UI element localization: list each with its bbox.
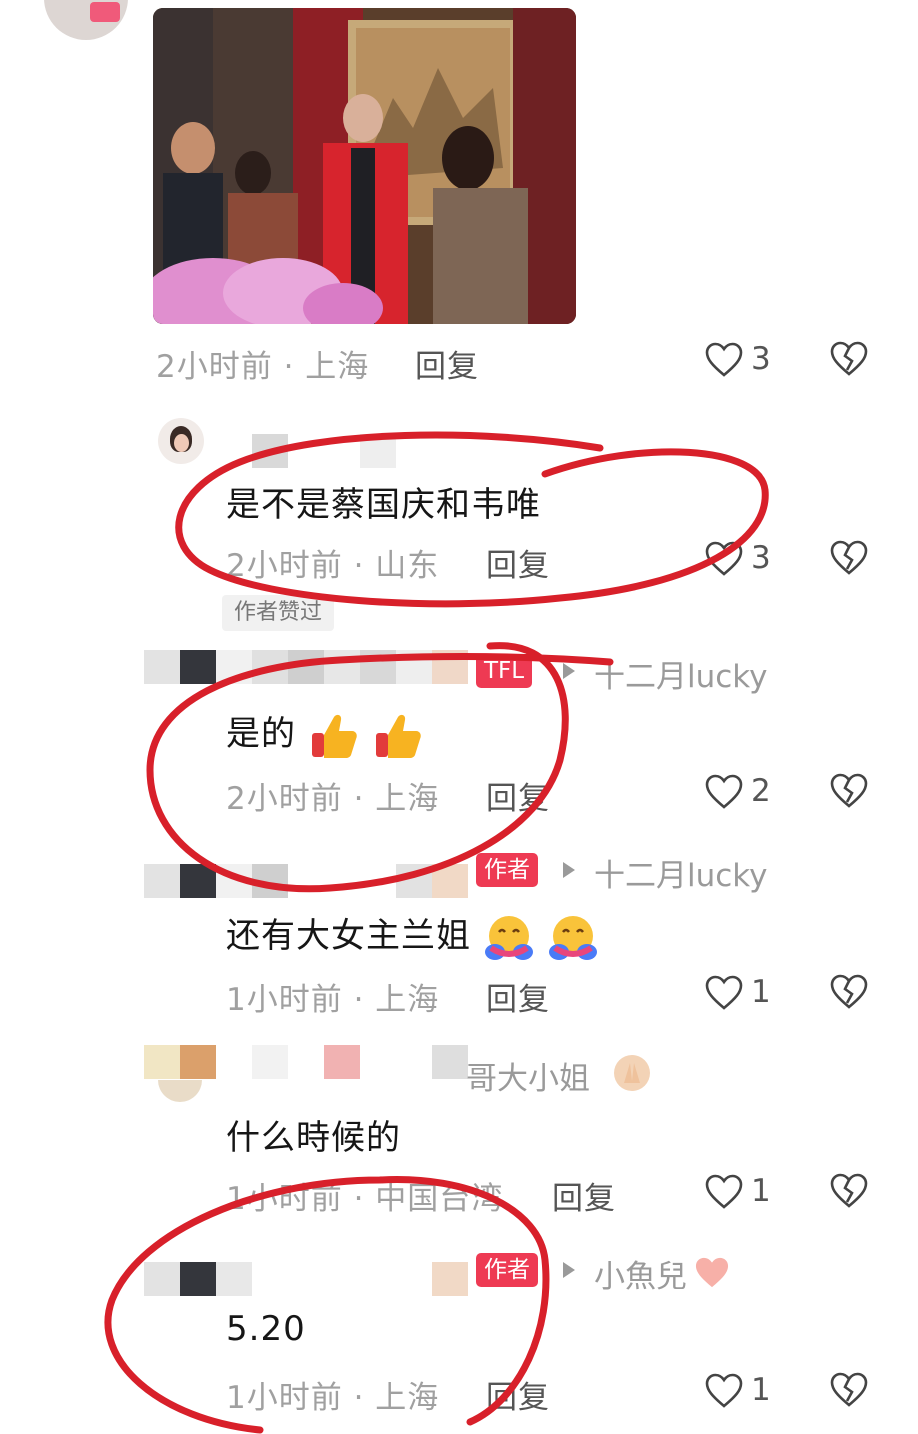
reply-arrow-icon — [563, 862, 575, 878]
like-count: 1 — [751, 1173, 771, 1209]
username-mosaic — [432, 1045, 468, 1079]
reply-button[interactable]: 回复 — [486, 540, 550, 585]
like-count: 1 — [751, 1372, 771, 1408]
heart-icon — [695, 1257, 729, 1288]
broken-heart-icon[interactable] — [829, 772, 869, 810]
reply-to-username[interactable]: 十二月lucky — [594, 651, 768, 696]
reply-to-username[interactable]: 十二月lucky — [594, 850, 768, 895]
comment-text: 是的 — [226, 706, 424, 761]
reply-button[interactable]: 回复 — [552, 1173, 616, 1218]
hugging-face-icon — [484, 915, 533, 960]
reply-button[interactable]: 回复 — [415, 341, 479, 386]
comment-text: 是不是蔡国庆和韦唯 — [226, 485, 541, 525]
comment-time-location: 2小时前 · 上海 — [226, 781, 440, 817]
praying-hands-icon — [614, 1055, 650, 1091]
username-mosaic — [396, 650, 468, 684]
comment-text: 5.20 — [226, 1309, 306, 1349]
like-count: 3 — [751, 540, 771, 576]
heart-outline-icon[interactable] — [704, 342, 744, 378]
avatar-mosaic — [144, 1262, 288, 1296]
username-mosaic — [396, 864, 468, 898]
reply-button[interactable]: 回复 — [486, 974, 550, 1019]
heart-outline-icon[interactable] — [704, 774, 744, 810]
heart-outline-icon[interactable] — [704, 1174, 744, 1210]
reply-arrow-icon — [563, 1262, 575, 1278]
username-mosaic — [252, 434, 396, 468]
broken-heart-icon[interactable] — [829, 1371, 869, 1409]
avatar-mosaic — [144, 864, 288, 898]
fan-badge: TFL — [476, 654, 533, 688]
comment-text: 还有大女主兰姐 — [226, 908, 599, 964]
comment-image[interactable] — [153, 8, 576, 324]
avatar-mosaic — [144, 650, 396, 684]
broken-heart-icon[interactable] — [829, 973, 869, 1011]
comment-time-location: 2小时前 · 上海 — [156, 349, 370, 385]
comment-time-location: 2小时前 · 山东 — [226, 548, 440, 584]
heart-outline-icon[interactable] — [704, 975, 744, 1011]
heart-outline-icon[interactable] — [704, 541, 744, 577]
thumbs-up-icon — [375, 714, 421, 758]
broken-heart-icon[interactable] — [829, 539, 869, 577]
hugging-face-icon — [548, 915, 597, 960]
comment-text-body: 是的 — [226, 714, 296, 754]
reply-button[interactable]: 回复 — [486, 773, 550, 818]
broken-heart-icon[interactable] — [829, 1172, 869, 1210]
author-badge: 作者 — [476, 1253, 538, 1287]
comment-time-location: 1小时前 · 中国台湾 — [226, 1181, 504, 1217]
avatar[interactable] — [44, 0, 128, 40]
comment-time-location: 1小时前 · 上海 — [226, 1380, 440, 1416]
like-count: 1 — [751, 974, 771, 1010]
thumbs-up-icon — [311, 714, 357, 758]
username[interactable]: 哥大小姐 — [466, 1053, 590, 1098]
avatar[interactable] — [158, 418, 204, 464]
avatar-mosaic — [144, 1045, 360, 1079]
reply-to-username[interactable]: 小魚兒 — [594, 1251, 687, 1296]
reply-button[interactable]: 回复 — [486, 1372, 550, 1417]
like-count: 3 — [751, 341, 771, 377]
comment-text: 什么時候的 — [226, 1118, 401, 1158]
comment-time-location: 1小时前 · 上海 — [226, 982, 440, 1018]
comment-text-body: 还有大女主兰姐 — [226, 916, 471, 956]
reply-arrow-icon — [563, 663, 575, 679]
like-count: 2 — [751, 773, 771, 809]
author-liked-tag: 作者赞过 — [222, 595, 335, 631]
heart-outline-icon[interactable] — [704, 1373, 744, 1409]
author-badge: 作者 — [476, 853, 538, 887]
broken-heart-icon[interactable] — [829, 340, 869, 378]
avatar[interactable] — [158, 1080, 202, 1102]
username-mosaic — [432, 1262, 468, 1296]
